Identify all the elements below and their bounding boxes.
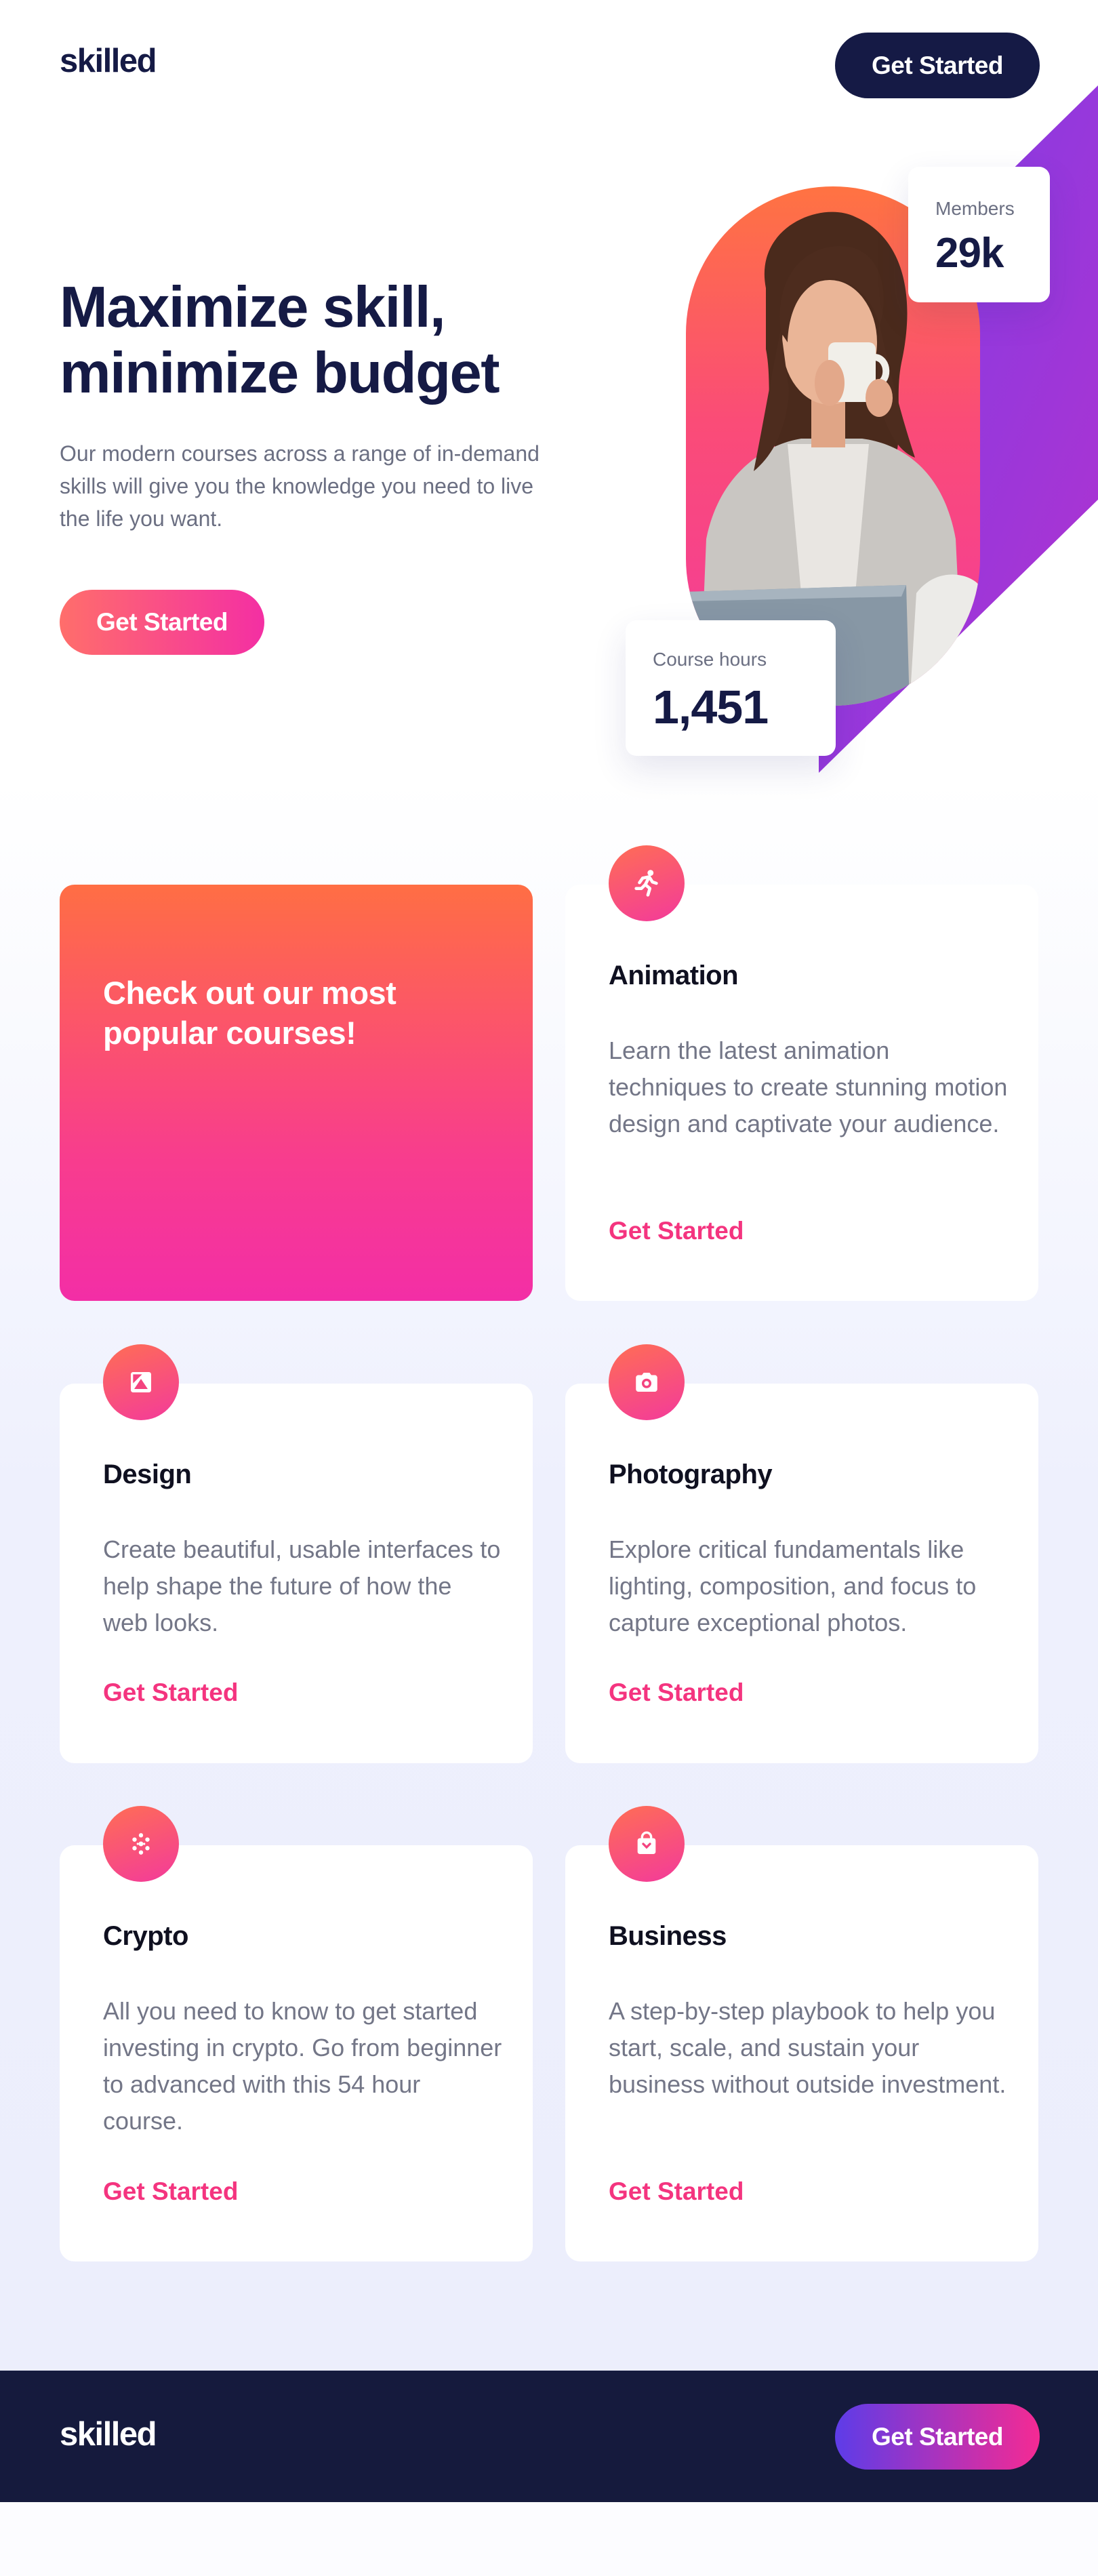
course-get-started-link[interactable]: Get Started bbox=[609, 2177, 744, 2206]
course-card-photography: Photography Explore critical fundamental… bbox=[565, 1344, 1038, 1763]
members-value: 29k bbox=[935, 230, 1004, 277]
course-get-started-link[interactable]: Get Started bbox=[609, 1217, 744, 1245]
camera-icon bbox=[609, 1344, 685, 1420]
popular-courses-title: Check out our most popular courses! bbox=[103, 975, 396, 1051]
members-card: Members 29k bbox=[908, 167, 1050, 302]
page-bottom-spacer bbox=[0, 2502, 1098, 2576]
course-title: Design bbox=[103, 1460, 192, 1489]
footer-get-started-button[interactable]: Get Started bbox=[835, 2404, 1040, 2470]
course-title: Crypto bbox=[103, 1921, 188, 1951]
course-hours-value: 1,451 bbox=[653, 681, 769, 733]
hero-visual: Members 29k Course hours 1,451 bbox=[610, 81, 1098, 773]
course-get-started-link[interactable]: Get Started bbox=[609, 1678, 744, 1707]
crypto-dots-icon bbox=[103, 1806, 179, 1882]
course-description: Explore critical fundamentals like light… bbox=[609, 1535, 977, 1636]
hero-title-line1: Maximize skill, bbox=[60, 275, 446, 340]
course-title: Business bbox=[609, 1921, 727, 1951]
header-logo[interactable]: skilled bbox=[60, 42, 157, 80]
footer: skilled Get Started bbox=[0, 2371, 1098, 2502]
popular-courses-card: Check out our most popular courses! bbox=[60, 885, 533, 1301]
course-description: All you need to know to get started inve… bbox=[103, 1997, 502, 2135]
shopping-bag-icon bbox=[609, 1806, 685, 1882]
image-frame-icon bbox=[103, 1344, 179, 1420]
hero-title-line2: minimize budget bbox=[60, 341, 500, 405]
footer-logo[interactable]: skilled bbox=[60, 2415, 157, 2453]
course-description: A step-by-step playbook to help you star… bbox=[609, 1997, 1006, 2098]
course-card-animation: Animation Learn the latest animation tec… bbox=[565, 845, 1038, 1301]
course-card-crypto: Crypto All you need to know to get start… bbox=[60, 1806, 533, 2261]
course-hours-card: Course hours 1,451 bbox=[626, 620, 836, 756]
running-figure-icon bbox=[609, 845, 685, 921]
course-card-business: Business A step-by-step playbook to help… bbox=[565, 1806, 1038, 2261]
course-description: Learn the latest animation techniques to… bbox=[609, 1037, 1008, 1138]
course-hours-label: Course hours bbox=[653, 649, 767, 670]
course-description: Create beautiful, usable interfaces to h… bbox=[103, 1535, 501, 1636]
course-get-started-link[interactable]: Get Started bbox=[103, 1678, 238, 1707]
hero-get-started-button[interactable]: Get Started bbox=[60, 590, 264, 655]
hero-title: Maximize skill, minimize budget bbox=[60, 275, 575, 406]
hero-description: Our modern courses across a range of in-… bbox=[60, 441, 540, 531]
course-title: Photography bbox=[609, 1460, 773, 1489]
course-get-started-link[interactable]: Get Started bbox=[103, 2177, 238, 2206]
members-label: Members bbox=[935, 198, 1015, 219]
course-card-design: Design Create beautiful, usable interfac… bbox=[60, 1344, 533, 1763]
course-title: Animation bbox=[609, 961, 739, 990]
